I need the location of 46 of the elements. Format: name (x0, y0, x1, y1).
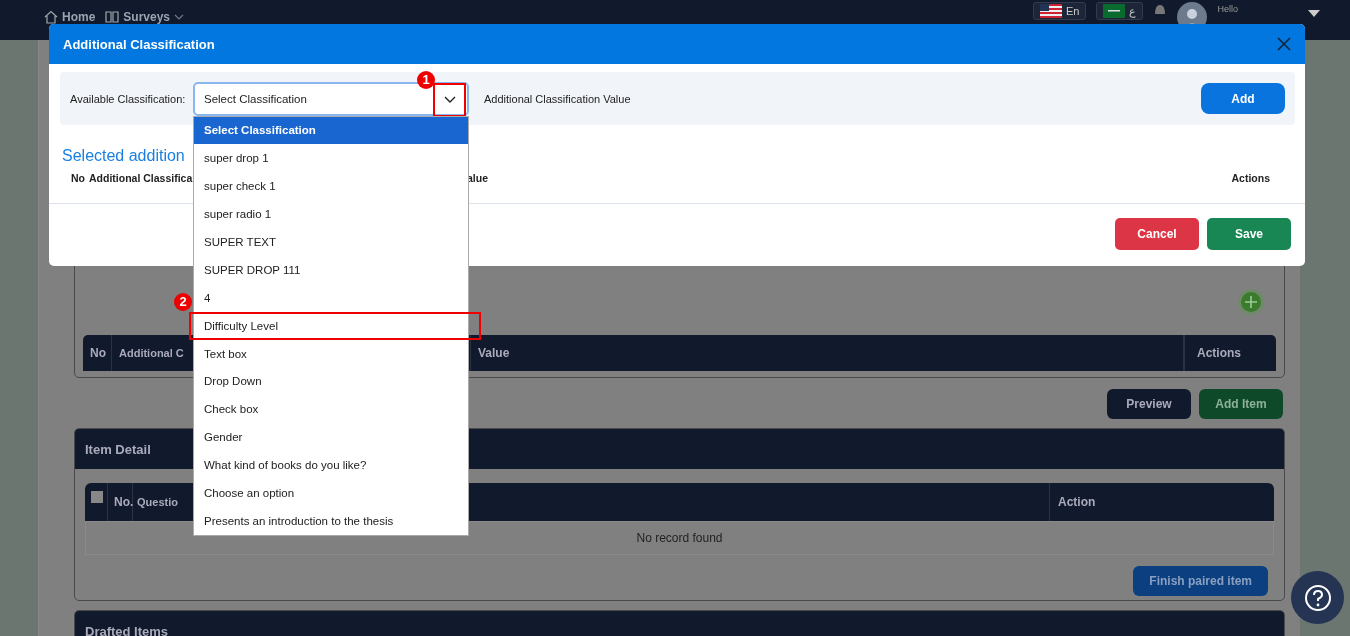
column-header: Additional Classifica (89, 172, 194, 184)
dialog-button[interactable]: Cancel (1115, 218, 1199, 250)
checkbox[interactable] (91, 491, 103, 503)
action-button[interactable]: Add Item (1199, 389, 1283, 419)
dropdown-option[interactable]: SUPER TEXT (194, 228, 468, 256)
add-button[interactable]: Add (1201, 83, 1285, 114)
dropdown-option[interactable]: 4 (194, 283, 468, 312)
column-header: Actions (1231, 172, 1271, 184)
question-icon (1302, 582, 1333, 613)
section-header: Drafted Items (75, 611, 1284, 636)
language-button[interactable]: En (1033, 2, 1087, 20)
book-icon (105, 10, 120, 24)
add-button[interactable] (1238, 289, 1264, 315)
field-label: Available Classification: (70, 92, 187, 105)
dropdown-option[interactable]: super radio 1 (194, 200, 468, 229)
plus-icon (1244, 295, 1258, 309)
dropdown-option[interactable]: SUPER DROP 111 (194, 255, 468, 284)
dropdown-option[interactable]: Check box (194, 395, 468, 424)
modal-title: Additional Classification (63, 36, 215, 52)
nav-link[interactable]: Surveys (105, 10, 185, 24)
chevron-icon (174, 14, 185, 20)
section-heading: Selected addition (62, 147, 185, 165)
column-header: No (71, 172, 86, 184)
close-icon[interactable] (1277, 37, 1291, 51)
caret-icon[interactable] (1308, 10, 1320, 18)
dropdown-option[interactable]: super drop 1 (194, 144, 468, 173)
column-header: Actions (1184, 335, 1276, 371)
nav-link[interactable]: Home (44, 10, 96, 24)
dropdown-option[interactable]: super check 1 (194, 172, 468, 201)
column-header: Action (1057, 494, 1097, 511)
column-header: No. (107, 483, 133, 521)
flag-icon (1040, 4, 1062, 18)
action-button[interactable]: Preview (1107, 389, 1191, 419)
empty-message: No record found (636, 531, 723, 545)
language-button[interactable]: ع (1096, 2, 1144, 20)
greeting: Hello (1217, 4, 1238, 14)
dialog-button[interactable]: Save (1207, 218, 1291, 250)
dropdown-option[interactable]: Text box (194, 339, 468, 368)
step-marker: 1 (417, 70, 435, 89)
column-header: Value (471, 335, 1184, 371)
flag-icon (1103, 4, 1126, 18)
dropdown-option[interactable]: Select Classification (194, 116, 468, 145)
home-icon (44, 10, 58, 24)
field-label: Additional Classification Value (484, 92, 632, 105)
finish-button[interactable]: Finish paired item (1133, 566, 1268, 596)
column-header: No (83, 335, 112, 371)
